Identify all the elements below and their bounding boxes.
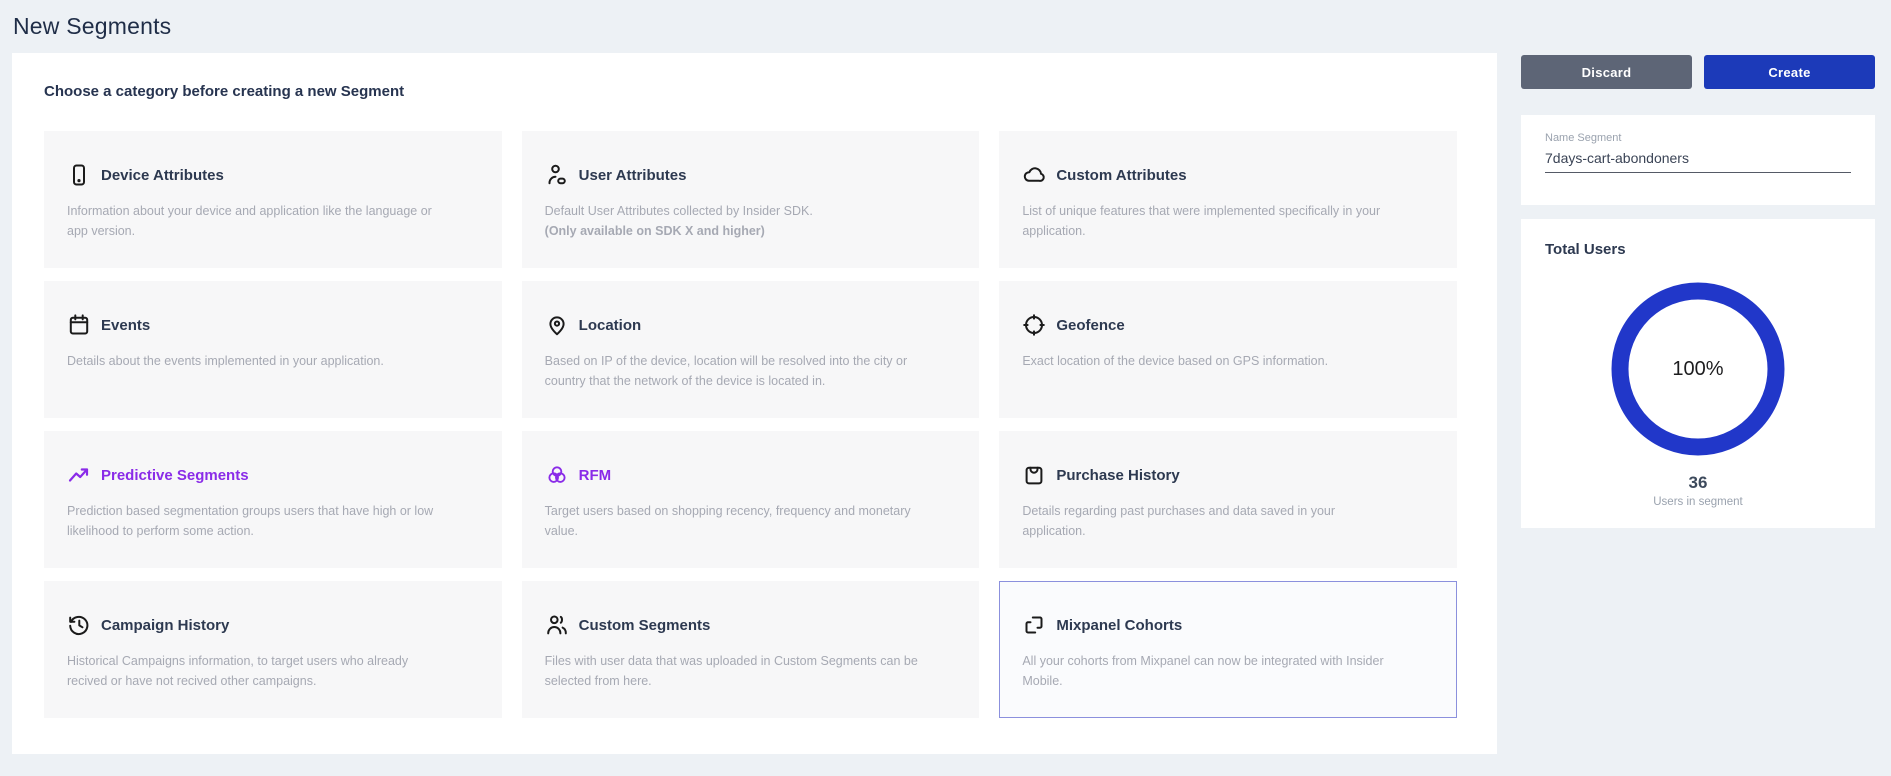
card-title: Predictive Segments xyxy=(101,467,249,484)
page-title: New Segments xyxy=(13,13,171,40)
card-description: Exact location of the device based on GP… xyxy=(1022,351,1396,371)
card-head: Custom Attributes xyxy=(1022,162,1396,188)
card-head: Mixpanel Cohorts xyxy=(1022,612,1396,638)
card-head: Location xyxy=(545,312,919,338)
card-head: Custom Segments xyxy=(545,612,919,638)
card-description: Default User Attributes collected by Ins… xyxy=(545,201,919,221)
trend-up-icon xyxy=(67,463,91,487)
card-description: List of unique features that were implem… xyxy=(1022,201,1396,241)
donut-percent-label: 100% xyxy=(1603,274,1793,464)
calendar-icon xyxy=(67,313,91,337)
category-card-predictive-segments[interactable]: Predictive Segments Prediction based seg… xyxy=(44,431,502,568)
card-head: Campaign History xyxy=(67,612,441,638)
segment-sidebar: Discard Create Name Segment Total Users … xyxy=(1521,55,1875,528)
card-title: Custom Segments xyxy=(579,617,711,634)
total-users-title: Total Users xyxy=(1545,241,1851,258)
card-title: Events xyxy=(101,317,150,334)
total-users-donut: 100% xyxy=(1603,274,1793,464)
category-card-location[interactable]: Location Based on IP of the device, loca… xyxy=(522,281,980,418)
card-title: Campaign History xyxy=(101,617,229,634)
category-card-campaign-history[interactable]: Campaign History Historical Campaigns in… xyxy=(44,581,502,718)
card-head: Events xyxy=(67,312,441,338)
card-description: Details about the events implemented in … xyxy=(67,351,441,371)
category-card-mixpanel-cohorts[interactable]: Mixpanel Cohorts All your cohorts from M… xyxy=(999,581,1457,718)
card-description: All your cohorts from Mixpanel can now b… xyxy=(1022,651,1396,691)
card-head: Device Attributes xyxy=(67,162,441,188)
action-buttons: Discard Create xyxy=(1521,55,1875,89)
card-description: Prediction based segmentation groups use… xyxy=(67,501,441,541)
category-panel: Choose a category before creating a new … xyxy=(12,53,1497,754)
user-icon xyxy=(545,163,569,187)
category-cards-grid: Device Attributes Information about your… xyxy=(44,131,1457,718)
card-head: Geofence xyxy=(1022,312,1396,338)
panel-subtitle: Choose a category before creating a new … xyxy=(44,83,404,100)
history-clock-icon xyxy=(67,613,91,637)
category-card-user-attributes[interactable]: User Attributes Default User Attributes … xyxy=(522,131,980,268)
name-segment-card: Name Segment xyxy=(1521,115,1875,205)
card-description: Historical Campaigns information, to tar… xyxy=(67,651,441,691)
card-title: Purchase History xyxy=(1056,467,1179,484)
card-description: Target users based on shopping recency, … xyxy=(545,501,919,541)
category-card-custom-segments[interactable]: Custom Segments Files with user data tha… xyxy=(522,581,980,718)
card-head: Purchase History xyxy=(1022,462,1396,488)
category-card-geofence[interactable]: Geofence Exact location of the device ba… xyxy=(999,281,1457,418)
users-caption: Users in segment xyxy=(1545,496,1851,508)
total-users-card: Total Users 100% 36 Users in segment xyxy=(1521,219,1875,528)
category-card-events[interactable]: Events Details about the events implemen… xyxy=(44,281,502,418)
category-card-rfm[interactable]: RFM Target users based on shopping recen… xyxy=(522,431,980,568)
shopping-bag-icon xyxy=(1022,463,1046,487)
card-title: RFM xyxy=(579,467,612,484)
category-card-device-attributes[interactable]: Device Attributes Information about your… xyxy=(44,131,502,268)
create-button[interactable]: Create xyxy=(1704,55,1875,89)
venn-icon xyxy=(545,463,569,487)
users-icon xyxy=(545,613,569,637)
card-description: Information about your device and applic… xyxy=(67,201,441,241)
map-pin-icon xyxy=(545,313,569,337)
category-card-purchase-history[interactable]: Purchase History Details regarding past … xyxy=(999,431,1457,568)
card-title: Mixpanel Cohorts xyxy=(1056,617,1182,634)
card-title: Device Attributes xyxy=(101,167,224,184)
card-title: Geofence xyxy=(1056,317,1124,334)
card-title: User Attributes xyxy=(579,167,687,184)
category-card-custom-attributes[interactable]: Custom Attributes List of unique feature… xyxy=(999,131,1457,268)
crosshair-icon xyxy=(1022,313,1046,337)
card-head: Predictive Segments xyxy=(67,462,441,488)
card-title: Location xyxy=(579,317,642,334)
smartphone-icon xyxy=(67,163,91,187)
card-description: Based on IP of the device, location will… xyxy=(545,351,919,391)
name-segment-label: Name Segment xyxy=(1545,132,1851,144)
name-segment-input[interactable] xyxy=(1545,150,1851,173)
linked-squares-icon xyxy=(1022,613,1046,637)
discard-button[interactable]: Discard xyxy=(1521,55,1692,89)
card-description: Details regarding past purchases and dat… xyxy=(1022,501,1396,541)
card-head: RFM xyxy=(545,462,919,488)
card-head: User Attributes xyxy=(545,162,919,188)
card-title: Custom Attributes xyxy=(1056,167,1186,184)
card-description: Files with user data that was uploaded i… xyxy=(545,651,919,691)
cloud-icon xyxy=(1022,163,1046,187)
users-count: 36 xyxy=(1545,473,1851,493)
card-description-note: (Only available on SDK X and higher) xyxy=(545,221,919,241)
